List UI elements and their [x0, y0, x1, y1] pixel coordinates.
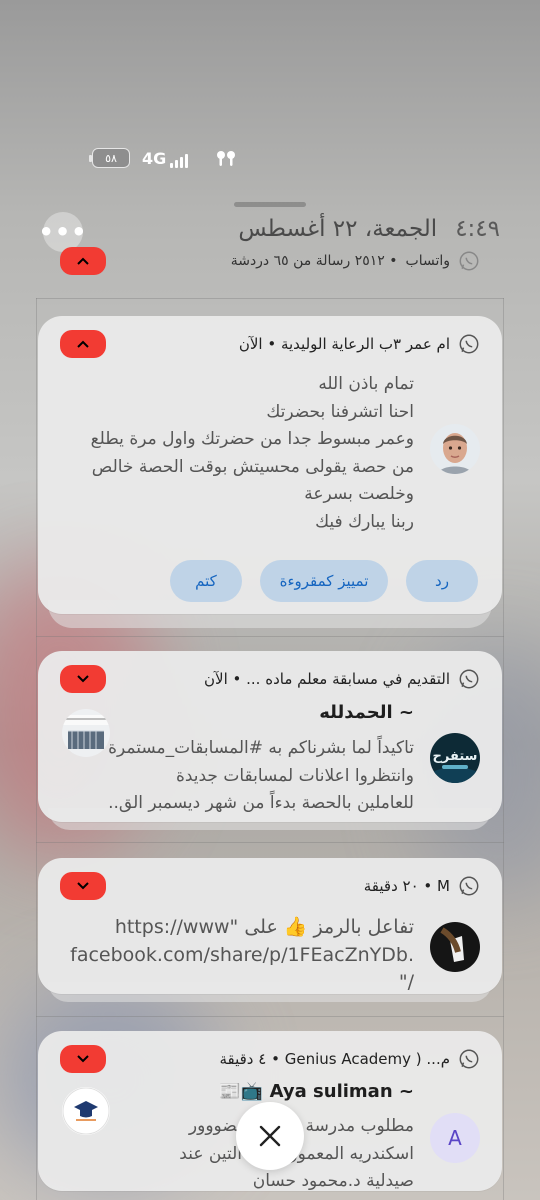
- more-options-button[interactable]: •••: [38, 212, 87, 252]
- message-line: تفاعل بالرمز 👍 على "https://www: [114, 916, 414, 938]
- expand-button[interactable]: [60, 872, 106, 900]
- message-body: تمام باذن الله احنا اتشرفنا بحضرتك وعمر …: [44, 371, 414, 536]
- notification-actions: كتم تمييز كمقروءة رد: [170, 560, 480, 602]
- stack-divider: [36, 636, 504, 637]
- whatsapp-icon: [459, 669, 479, 689]
- message-line: تمام باذن الله: [318, 374, 414, 394]
- chevron-down-icon: [77, 882, 89, 890]
- notification-card[interactable]: M • ٢٠ دقيقة تفاعل بالرمز 👍 على "https:/…: [38, 858, 502, 994]
- avatar: [430, 424, 480, 474]
- group-avatar: ستفرح: [430, 733, 480, 783]
- time-label: ٤:٤٩: [455, 216, 500, 242]
- message-line: وخلصت بسرعة: [304, 484, 414, 504]
- date-label: الجمعة، ٢٢ أغسطس: [238, 216, 438, 242]
- drag-handle[interactable]: [234, 202, 306, 207]
- battery-level: ٥٨: [105, 151, 117, 165]
- avatar: [430, 922, 480, 972]
- message-line: للعاملين بالحصة بدءاً من شهر ديسمبر الق.…: [108, 793, 414, 813]
- chevron-down-icon: [77, 675, 89, 683]
- notification-card[interactable]: التقديم في مسابقة معلم ماده ... • الآن س…: [38, 651, 502, 822]
- signal-bars-icon: [170, 153, 189, 168]
- chevron-up-icon: [77, 340, 89, 348]
- chevron-down-icon: [77, 1055, 89, 1063]
- whatsapp-icon: [459, 334, 479, 354]
- earbuds-icon: [217, 151, 236, 166]
- message-line: /": [398, 971, 414, 993]
- notification-header: التقديم في مسابقة معلم ماده ... • الآن: [204, 670, 450, 688]
- notification-header: M • ٢٠ دقيقة: [363, 877, 450, 895]
- notification-header: ام عمر ٣ب الرعاية الوليدية • الآن: [238, 335, 450, 353]
- notification-header: م... ( Genius Academy • ٤ دقيقة: [219, 1050, 450, 1068]
- message-line: .facebook.com/share/p/1FEacZnYDb: [70, 943, 414, 966]
- mark-as-read-button[interactable]: تمييز كمقروءة: [260, 560, 388, 602]
- message-line: صيدلية د.محمود حسان: [252, 1171, 414, 1191]
- chevron-up-icon: [77, 257, 89, 265]
- expand-button[interactable]: [60, 665, 106, 693]
- date-time: ٤:٤٩ الجمعة، ٢٢ أغسطس: [238, 216, 500, 242]
- avatar-letter: A: [448, 1126, 462, 1150]
- message-line: ربنا يبارك فيك: [315, 511, 414, 532]
- battery-icon: ٥٨: [89, 148, 130, 168]
- more-icon: •••: [38, 218, 88, 246]
- stack-divider: [36, 842, 504, 843]
- message-title: ~ الحمدلله: [319, 702, 414, 723]
- notification-card[interactable]: ام عمر ٣ب الرعاية الوليدية • الآن تمام ب…: [38, 316, 502, 614]
- whatsapp-icon: [459, 876, 479, 896]
- app-name: واتساب: [405, 253, 450, 269]
- reply-button[interactable]: رد: [406, 560, 478, 602]
- message-line: احنا اتشرفنا بحضرتك: [266, 401, 414, 422]
- message-line: تاكيداً لما بشرناكم به #المسابقات_مستمرة: [108, 738, 414, 758]
- expand-button[interactable]: [60, 1045, 106, 1073]
- collapse-group-button[interactable]: [60, 247, 106, 275]
- clear-all-button[interactable]: [236, 1102, 304, 1170]
- collapse-button[interactable]: [60, 330, 106, 358]
- whatsapp-icon: [459, 251, 479, 271]
- svg-text:ستفرح: ستفرح: [433, 749, 478, 764]
- network-type: 4G: [142, 148, 167, 168]
- close-icon: [259, 1125, 281, 1147]
- group-summary: واتساب • ٢٥١٢ رسالة من ٦٥ دردشة: [231, 250, 480, 272]
- stack-divider: [36, 1016, 504, 1017]
- summary-count: • ٢٥١٢ رسالة من ٦٥ دردشة: [230, 253, 398, 269]
- network-indicator: 4G: [142, 148, 189, 168]
- message-line: وانتظروا اعلانات لمسابقات جديدة: [175, 765, 414, 786]
- mute-button[interactable]: كتم: [170, 560, 242, 602]
- letter-avatar: A: [430, 1113, 480, 1163]
- message-line: من حصة يقولى محسيتش بوقت الحصة خالص: [91, 456, 414, 477]
- status-bar: ٥٨ 4G: [89, 148, 238, 168]
- stack-divider: [36, 298, 504, 299]
- message-body: تاكيداً لما بشرناكم به #المسابقات_مستمرة…: [24, 735, 414, 818]
- message-title: ~ Aya suliman 📺📰: [218, 1081, 414, 1102]
- message-line: وعمر مبسوط جدا من حضرتك واول مرة يطلع: [90, 429, 414, 449]
- whatsapp-icon: [459, 1049, 479, 1069]
- message-body: تفاعل بالرمز 👍 على "https://www .faceboo…: [24, 914, 414, 997]
